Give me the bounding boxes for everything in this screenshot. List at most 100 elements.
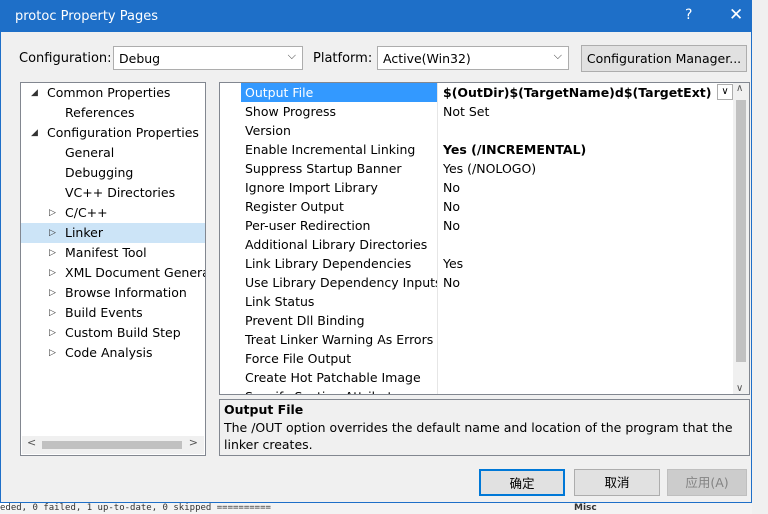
window-title: protoc Property Pages — [15, 9, 158, 24]
description-text: The /OUT option overrides the default na… — [224, 420, 733, 452]
tree-item-label: Common Properties — [47, 85, 171, 100]
property-name: Output File — [241, 83, 438, 102]
tree-item-label: References — [65, 105, 135, 120]
property-row[interactable]: Link Library Dependencies Yes — [220, 254, 733, 273]
property-row[interactable]: Force File Output — [220, 349, 733, 368]
property-value[interactable] — [439, 368, 733, 387]
property-value[interactable] — [439, 292, 733, 311]
scroll-thumb[interactable] — [42, 441, 182, 449]
property-row[interactable]: Enable Incremental Linking Yes (/INCREMEN… — [220, 140, 733, 159]
property-row[interactable]: Prevent Dll Binding — [220, 311, 733, 330]
platform-value: Active(Win32) — [383, 51, 471, 66]
property-row[interactable]: Additional Library Directories — [220, 235, 733, 254]
tree-item[interactable]: ▷ Build Events — [21, 303, 205, 323]
tree-item[interactable]: ▷ Code Analysis — [21, 343, 205, 363]
tree-item[interactable]: ◢ Common Properties — [21, 83, 205, 103]
property-name: Ignore Import Library — [241, 178, 438, 197]
configuration-label: Configuration: — [19, 51, 112, 66]
property-row[interactable]: Version — [220, 121, 733, 140]
tree-item[interactable]: General — [21, 143, 205, 163]
cancel-button[interactable]: 取消 — [574, 469, 660, 496]
tree-item[interactable]: ▷ XML Document Generat — [21, 263, 205, 283]
property-row[interactable]: Treat Linker Warning As Errors — [220, 330, 733, 349]
expander-icon[interactable]: ▷ — [49, 243, 56, 263]
property-value[interactable]: Not Set — [439, 102, 733, 121]
help-button[interactable]: ? — [685, 7, 692, 23]
tree-item[interactable]: ▷ C/C++ — [21, 203, 205, 223]
property-row[interactable]: Link Status — [220, 292, 733, 311]
tree-item[interactable]: ▷ Custom Build Step — [21, 323, 205, 343]
property-row[interactable]: Ignore Import Library No — [220, 178, 733, 197]
ok-button[interactable]: 确定 — [479, 469, 565, 496]
property-row[interactable]: Register Output No — [220, 197, 733, 216]
scroll-down-icon[interactable]: ∨ — [736, 383, 743, 394]
scroll-up-icon[interactable]: ∧ — [736, 83, 743, 94]
tree-item[interactable]: References — [21, 103, 205, 123]
expander-icon[interactable]: ▷ — [49, 303, 56, 323]
property-row[interactable]: Use Library Dependency Inputs No — [220, 273, 733, 292]
description-panel: Output File The /OUT option overrides th… — [219, 399, 750, 456]
tree-item-label: XML Document Generat — [65, 265, 206, 280]
platform-select[interactable]: Active(Win32) ⌵ — [377, 46, 569, 70]
property-value[interactable] — [439, 311, 733, 330]
property-row[interactable]: Show Progress Not Set — [220, 102, 733, 121]
property-value[interactable]: No — [439, 197, 733, 216]
tree-horizontal-scrollbar[interactable]: < > — [22, 436, 204, 454]
tree-item[interactable]: ▷ Browse Information — [21, 283, 205, 303]
expander-icon[interactable]: ▷ — [49, 223, 56, 243]
property-row[interactable]: Per-user Redirection No — [220, 216, 733, 235]
property-name: Register Output — [241, 197, 438, 216]
expander-icon[interactable]: ▷ — [49, 343, 56, 363]
property-value[interactable]: Yes (/NOLOGO) — [439, 159, 733, 178]
expander-icon[interactable]: ◢ — [31, 123, 38, 143]
property-value[interactable] — [439, 349, 733, 368]
property-name: Show Progress — [241, 102, 438, 121]
tree-item[interactable]: ▷ Manifest Tool — [21, 243, 205, 263]
scroll-left-icon[interactable]: < — [27, 436, 36, 449]
expander-icon[interactable]: ▷ — [49, 283, 56, 303]
property-grid: Specify Section AttributesCreate Hot Pat… — [219, 82, 750, 395]
property-value[interactable] — [439, 121, 733, 140]
property-value[interactable]: No — [439, 178, 733, 197]
property-name: Treat Linker Warning As Errors — [241, 330, 438, 349]
configuration-manager-button[interactable]: Configuration Manager... — [581, 45, 747, 72]
property-value[interactable]: No — [439, 216, 733, 235]
expander-icon[interactable]: ▷ — [49, 203, 56, 223]
scroll-thumb[interactable] — [736, 100, 746, 362]
tree-item[interactable]: ◢ Configuration Properties — [21, 123, 205, 143]
property-name: Create Hot Patchable Image — [241, 368, 438, 387]
property-name: Link Library Dependencies — [241, 254, 438, 273]
configuration-select[interactable]: Debug ⌵ — [113, 46, 303, 70]
property-row[interactable]: Suppress Startup Banner Yes (/NOLOGO) — [220, 159, 733, 178]
property-row[interactable]: Create Hot Patchable Image — [220, 368, 733, 387]
tree-item-label: Custom Build Step — [65, 325, 181, 340]
property-value[interactable]: No — [439, 273, 733, 292]
property-name: Per-user Redirection — [241, 216, 438, 235]
chevron-down-icon: ⌵ — [553, 49, 562, 62]
tree-item[interactable]: VC++ Directories — [21, 183, 205, 203]
tree-item[interactable]: ▷ Linker — [21, 223, 205, 243]
property-name: Suppress Startup Banner — [241, 159, 438, 178]
property-row[interactable]: Specify Section Attributes — [220, 387, 733, 394]
property-value[interactable] — [439, 235, 733, 254]
chevron-down-icon: ⌵ — [287, 49, 296, 62]
scroll-right-icon[interactable]: > — [189, 436, 198, 449]
expander-icon[interactable]: ▷ — [49, 323, 56, 343]
property-value[interactable] — [439, 387, 733, 394]
property-value[interactable] — [439, 330, 733, 349]
apply-button[interactable]: 应用(A) — [667, 469, 747, 496]
description-title: Output File — [224, 402, 304, 417]
expander-icon[interactable]: ◢ — [31, 83, 38, 103]
property-value[interactable]: Yes — [439, 254, 733, 273]
tree-item[interactable]: Debugging — [21, 163, 205, 183]
tree-item-label: Debugging — [65, 165, 134, 180]
title-bar: protoc Property Pages ? ✕ — [1, 1, 751, 32]
expander-icon[interactable]: ▷ — [49, 263, 56, 283]
tree-item-label: VC++ Directories — [65, 185, 176, 200]
grid-vertical-scrollbar[interactable]: ∧ ∨ — [733, 83, 749, 394]
property-row[interactable]: Output File $(OutDir)$(TargetName)d$(Targ… — [220, 83, 733, 102]
close-button[interactable]: ✕ — [729, 5, 743, 25]
value-dropdown-icon[interactable]: ∨ — [717, 84, 733, 100]
property-value[interactable]: Yes (/INCREMENTAL) — [439, 140, 733, 159]
property-value[interactable]: $(OutDir)$(TargetName)d$(TargetExt) — [439, 83, 733, 102]
